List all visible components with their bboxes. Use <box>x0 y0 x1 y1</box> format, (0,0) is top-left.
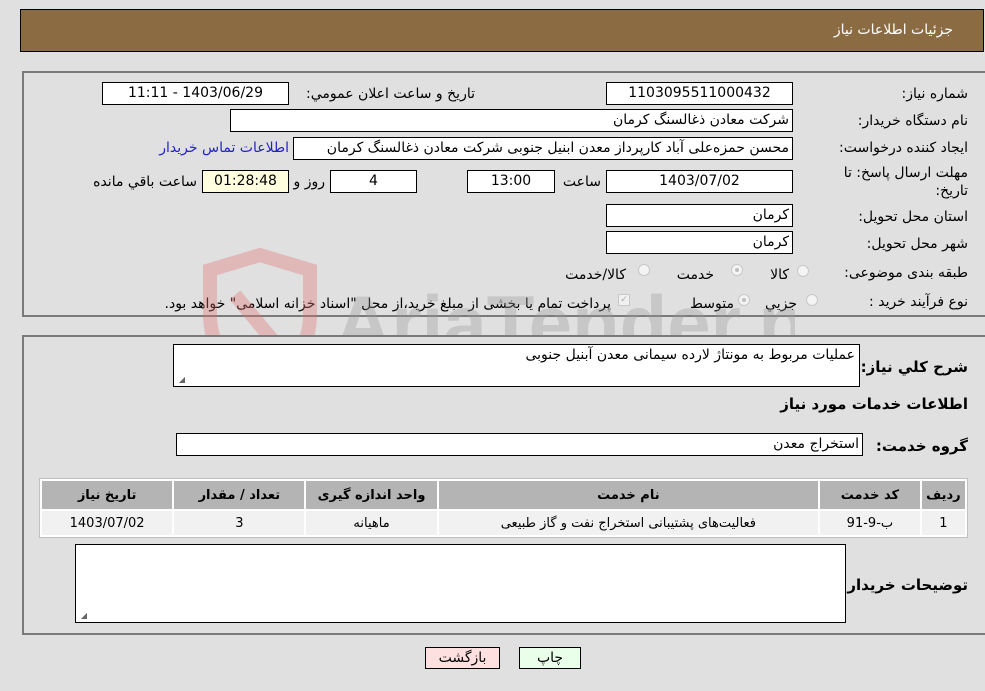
announce-datetime-field[interactable]: 1403/06/29 - 11:11 <box>102 82 289 105</box>
category-option-service: خدمت <box>676 267 714 283</box>
deadline-date-field[interactable]: 1403/07/02 <box>606 170 793 193</box>
deadline-label: مهلت ارسال پاسخ: تا تاريخ: <box>843 165 968 199</box>
service-group-label: گروه خدمت: <box>875 437 968 455</box>
days-remaining-field[interactable]: 4 <box>330 170 417 193</box>
col-header-need-date: تاريخ نياز <box>42 481 173 509</box>
category-radio-goods[interactable] <box>797 265 809 277</box>
back-button[interactable]: بازگشت <box>425 647 500 669</box>
need-number-field[interactable]: 1103095511000432 <box>606 82 793 105</box>
city-label: شهر محل تحويل: <box>866 236 968 252</box>
need-number-label: شماره نیاز: <box>901 86 969 102</box>
category-label: طبقه بندی موضوعی: <box>844 265 968 281</box>
requester-field[interactable]: محسن حمزه‌علی آباد کارپرداز معدن ابنیل ج… <box>293 137 793 160</box>
process-option-medium: متوسط <box>690 296 734 312</box>
table-header-row: رديف کد خدمت نام خدمت واحد اندازه گيری ت… <box>42 481 965 509</box>
buyer-contact-link[interactable]: اطلاعات تماس خريدار <box>159 140 289 156</box>
cell-quantity: 3 <box>174 511 305 535</box>
time-remaining-label: ساعت باقي مانده <box>93 174 197 190</box>
deadline-time-label: ساعت <box>562 174 601 190</box>
buyer-notes-label: توضيحات خريدار: <box>841 576 968 594</box>
description-label: شرح کلي نياز: <box>860 358 968 376</box>
col-header-unit: واحد اندازه گيری <box>306 481 437 509</box>
description-text: عملیات مربوط به مونتاژ لارده سیمانی معدن… <box>525 347 855 363</box>
treasury-payment-checkbox[interactable]: ✓ <box>618 294 630 306</box>
category-option-goods-service: کالا/خدمت <box>565 267 626 283</box>
city-field[interactable]: کرمان <box>606 231 793 254</box>
time-remaining-field: 01:28:48 <box>202 170 289 193</box>
cell-service-code: ب-9-91 <box>820 511 920 535</box>
treasury-payment-note: پرداخت تمام یا بخشی از مبلغ خرید،از محل … <box>164 296 611 312</box>
days-label: روز و <box>293 174 326 190</box>
announce-datetime-label: تاریخ و ساعت اعلان عمومي: <box>306 86 475 102</box>
service-group-field[interactable]: استخراج معدن <box>176 433 863 456</box>
cell-unit: ماهیانه <box>306 511 437 535</box>
print-button[interactable]: چاپ <box>519 647 581 669</box>
description-textarea[interactable]: عملیات مربوط به مونتاژ لارده سیمانی معدن… <box>173 344 860 387</box>
col-header-service-code: کد خدمت <box>820 481 920 509</box>
cell-service-name: فعالیت‌های پشتیبانی استخراج نفت و گاز طب… <box>438 511 819 535</box>
category-radio-goods-service[interactable] <box>638 264 650 276</box>
process-radio-medium[interactable] <box>738 294 750 306</box>
col-header-row-number: رديف <box>921 481 965 509</box>
requester-label: ايجاد کننده درخواست: <box>839 140 968 156</box>
buyer-org-field[interactable]: شرکت معادن ذغالسنگ کرمان <box>230 109 793 132</box>
col-header-quantity: تعداد / مقدار <box>174 481 305 509</box>
process-radio-minor[interactable] <box>806 294 818 306</box>
province-field[interactable]: کرمان <box>606 204 793 227</box>
deadline-time-field[interactable]: 13:00 <box>467 170 555 193</box>
category-option-goods: کالا <box>770 267 789 283</box>
purchase-process-label: نوع فرآيند خريد : <box>869 294 968 310</box>
buyer-notes-textarea[interactable]: ◢ <box>75 544 846 623</box>
process-option-minor: جزيي <box>765 296 797 312</box>
province-label: استان محل تحويل: <box>858 209 968 225</box>
cell-row-number: 1 <box>921 511 965 535</box>
services-heading: اطلاعات خدمات مورد نياز <box>780 395 968 413</box>
category-radio-service[interactable] <box>731 264 743 276</box>
resize-handle-icon[interactable]: ◢ <box>177 376 185 384</box>
services-table: رديف کد خدمت نام خدمت واحد اندازه گيری ت… <box>39 478 968 538</box>
page-header: جزئیات اطلاعات نیاز <box>20 9 984 52</box>
page-title: جزئیات اطلاعات نیاز <box>833 22 953 38</box>
buyer-org-label: نام دستگاه خريدار: <box>857 113 968 129</box>
resize-handle-icon[interactable]: ◢ <box>79 612 87 620</box>
table-row: 1 ب-9-91 فعالیت‌های پشتیبانی استخراج نفت… <box>42 511 965 535</box>
cell-need-date: 1403/07/02 <box>42 511 173 535</box>
col-header-service-name: نام خدمت <box>438 481 819 509</box>
